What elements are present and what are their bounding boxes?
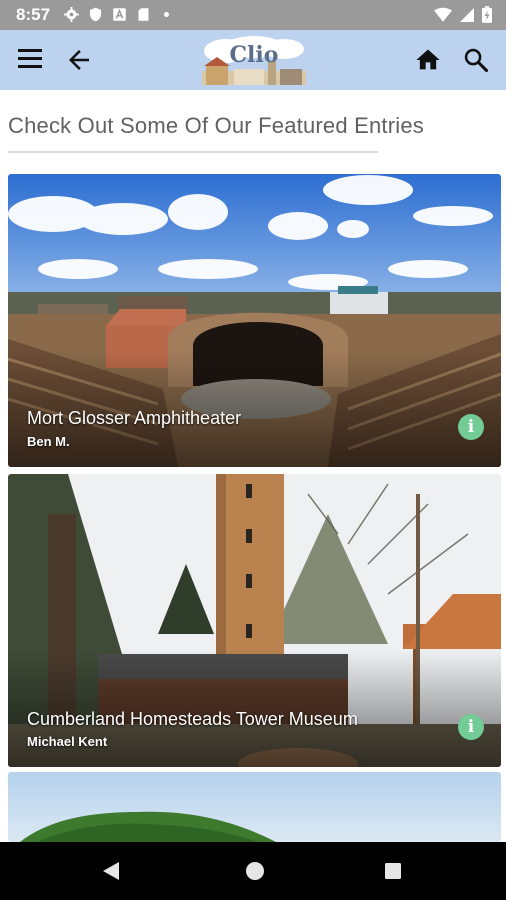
wifi-icon [434, 7, 452, 22]
status-time: 8:57 [16, 5, 51, 24]
home-button[interactable] [414, 46, 442, 74]
back-triangle-icon [103, 862, 119, 880]
menu-icon-line [18, 65, 42, 68]
heading-divider [8, 151, 378, 153]
status-bar: 8:57 [0, 0, 506, 30]
clio-logo[interactable]: Clio [198, 35, 310, 87]
status-system-icons [434, 6, 492, 23]
signal-icon [460, 7, 474, 22]
nav-back-button[interactable] [100, 860, 122, 882]
shield-icon [89, 7, 102, 22]
featured-entry-card[interactable]: Mort Glosser Amphitheater Ben M. i [8, 174, 501, 467]
nav-home-button[interactable] [244, 860, 266, 882]
entry-author: Michael Kent [27, 734, 108, 749]
app-bar: Clio [0, 30, 506, 90]
text-a-icon [113, 8, 126, 21]
menu-icon [18, 49, 42, 52]
logo-text: Clio [230, 42, 279, 68]
info-icon: i [467, 417, 475, 437]
home-circle-icon [246, 862, 264, 880]
entry-info-button[interactable]: i [458, 414, 484, 440]
search-icon [464, 48, 489, 73]
recents-square-icon [385, 863, 401, 879]
home-icon [416, 49, 440, 70]
menu-button[interactable] [18, 49, 42, 69]
entry-title: Mort Glosser Amphitheater [27, 408, 242, 428]
search-button[interactable] [462, 46, 490, 74]
featured-heading: Check Out Some Of Our Featured Entries [8, 113, 424, 138]
status-notification-icons [64, 7, 169, 22]
sd-card-icon [138, 8, 149, 21]
battery-icon [482, 6, 492, 23]
featured-entry-card[interactable]: Cumberland Homesteads Tower Museum Micha… [8, 474, 501, 767]
arrow-left-icon [69, 50, 89, 70]
back-button[interactable] [64, 45, 94, 75]
menu-icon-line [18, 57, 42, 60]
entry-author: Ben M. [27, 434, 70, 449]
settings-icon [64, 7, 79, 22]
system-nav-bar [0, 842, 506, 900]
entry-title: Cumberland Homesteads Tower Museum [27, 709, 358, 729]
nav-recents-button[interactable] [384, 862, 402, 880]
featured-entry-card[interactable] [8, 772, 501, 842]
notification-dot [164, 12, 169, 17]
entry-info-button[interactable]: i [458, 714, 484, 740]
info-icon: i [467, 717, 475, 737]
entry-photo [8, 772, 501, 842]
